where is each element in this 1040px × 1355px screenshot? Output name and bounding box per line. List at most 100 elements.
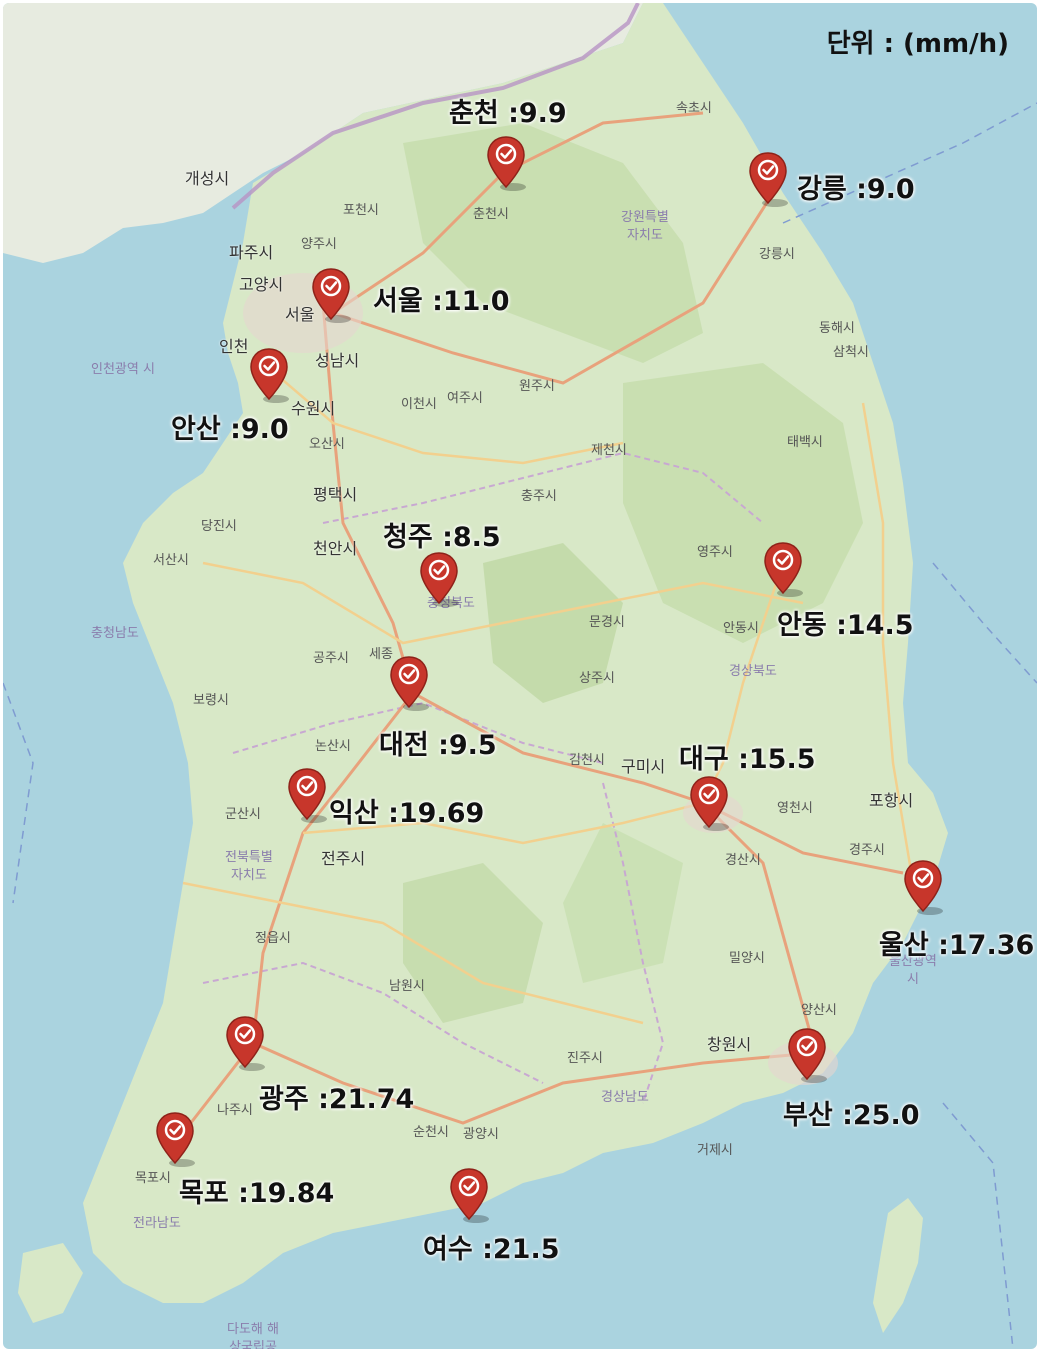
pin-check-icon: [450, 1168, 488, 1221]
pin-check-icon: [487, 136, 525, 189]
map-label-naju: 나주시: [217, 1103, 253, 1118]
map-label-pyeongtaek: 평택시: [313, 485, 358, 504]
map-label-geoje: 거제시: [697, 1143, 733, 1158]
pin-check-icon: [420, 552, 458, 605]
pin-check-icon: [904, 860, 942, 913]
map-label-chungju: 충주시: [521, 489, 557, 504]
map-label-dangjin: 당진시: [201, 519, 237, 534]
map-label-jeongeup: 정읍시: [255, 931, 291, 946]
map-label-pohang: 포항시: [869, 791, 914, 810]
map-label-jeonnam: 전라남도: [133, 1216, 181, 1231]
map-label-andong-si: 안동시: [723, 621, 759, 636]
pin-check-icon: [749, 152, 787, 205]
map-label-sangju: 상주시: [579, 671, 615, 686]
map-label-jeonju: 전주시: [321, 849, 366, 868]
map-label-miryang: 밀양시: [729, 951, 765, 966]
map-label-jinju: 진주시: [567, 1051, 603, 1066]
map-label-jeonbuk: 전북특별 자치도: [225, 850, 273, 883]
map-label-chungnam: 충청남도: [91, 626, 139, 641]
map-pin-seoul[interactable]: [311, 267, 351, 321]
map-label-donghae: 동해시: [819, 321, 855, 336]
map-pin-yeosu[interactable]: [449, 1167, 489, 1221]
map-label-gwangyang: 광양시: [463, 1127, 499, 1142]
pin-check-icon: [312, 268, 350, 321]
map-label-gyeongju: 경주시: [849, 843, 885, 858]
marker-label-yeosu: 여수 :21.5: [423, 1234, 560, 1265]
pin-check-icon: [764, 542, 802, 595]
pin-check-icon: [390, 656, 428, 709]
map-label-gangwon: 강원특별 자치도: [621, 210, 669, 243]
marker-label-andong: 안동 :14.5: [777, 610, 914, 641]
map-pin-daejeon[interactable]: [389, 655, 429, 709]
map-label-suwon: 수원시: [291, 399, 336, 418]
pin-check-icon: [250, 348, 288, 401]
pin-check-icon: [226, 1016, 264, 1069]
marker-label-gwangju: 광주 :21.74: [259, 1084, 415, 1115]
map-pin-chuncheon[interactable]: [486, 135, 526, 189]
marker-label-seoul: 서울 :11.0: [373, 286, 510, 317]
map-canvas[interactable]: 개성시 속초시 포천시 춘천시 파주시 양주시 고양시 서울 인천 인천광역 시…: [3, 3, 1037, 1349]
marker-label-cheongju: 청주 :8.5: [383, 522, 501, 553]
map-label-chuncheon-si: 춘천시: [473, 207, 509, 222]
marker-label-busan: 부산 :25.0: [783, 1100, 920, 1131]
map-label-seosan: 서산시: [153, 553, 189, 568]
map-label-wonju: 원주시: [519, 379, 555, 394]
map-label-yeongcheon: 영천시: [777, 801, 813, 816]
map-pin-mokpo[interactable]: [155, 1111, 195, 1165]
map-label-gunsan: 군산시: [225, 807, 261, 822]
map-label-sokcho: 속초시: [676, 101, 712, 116]
map-label-pocheon: 포천시: [343, 203, 379, 218]
marker-label-mokpo: 목포 :19.84: [179, 1178, 335, 1209]
marker-label-gangneung: 강릉 :9.0: [797, 174, 915, 205]
marker-label-daejeon: 대전 :9.5: [379, 730, 497, 761]
map-pin-iksan[interactable]: [287, 767, 327, 821]
map-label-yangsan: 양산시: [801, 1003, 837, 1018]
map-label-incheon: 인천: [219, 337, 249, 356]
map-label-gimcheon: 김천시: [569, 753, 605, 768]
map-label-goyang: 고양시: [239, 275, 284, 294]
marker-label-iksan: 익산 :19.69: [329, 798, 485, 829]
map-pin-busan[interactable]: [787, 1027, 827, 1081]
map-label-yeongju: 영주시: [697, 545, 733, 560]
marker-label-chuncheon: 춘천 :9.9: [449, 98, 567, 129]
map-label-dadohae: 다도해 해 상국립공: [227, 1322, 279, 1349]
map-label-mokpo-si: 목포시: [135, 1171, 171, 1186]
map-pin-cheongju[interactable]: [419, 551, 459, 605]
map-pin-ulsan[interactable]: [903, 859, 943, 913]
marker-label-daegu: 대구 :15.5: [679, 744, 816, 775]
marker-label-ulsan: 울산 :17.36: [879, 930, 1035, 961]
map-label-jecheon: 제천시: [591, 443, 627, 458]
map-pin-gangneung[interactable]: [748, 151, 788, 205]
map-label-paju: 파주시: [229, 243, 274, 262]
map-label-gyeongsan: 경산시: [725, 853, 761, 868]
pin-check-icon: [788, 1028, 826, 1081]
map-label-gongju: 공주시: [313, 651, 349, 666]
map-label-gumi: 구미시: [621, 757, 666, 776]
map-label-seongnam: 성남시: [315, 351, 360, 370]
pin-check-icon: [156, 1112, 194, 1165]
map-label-taebaek: 태백시: [787, 435, 823, 450]
map-pin-ansan[interactable]: [249, 347, 289, 401]
map-label-mungyeong: 문경시: [589, 615, 625, 630]
island-right: [873, 1198, 923, 1333]
map-label-incheon-metro: 인천광역 시: [91, 362, 155, 377]
marker-label-ansan: 안산 :9.0: [171, 414, 289, 445]
map-label-icheon: 이천시: [401, 397, 437, 412]
map-label-gangneung-si: 강릉시: [759, 247, 795, 262]
map-pin-gwangju[interactable]: [225, 1015, 265, 1069]
map-label-cheonan: 천안시: [313, 539, 358, 558]
pin-check-icon: [690, 776, 728, 829]
map-label-boryeong: 보령시: [193, 693, 229, 708]
pin-check-icon: [288, 768, 326, 821]
map-label-gyeongbuk: 경상북도: [729, 664, 777, 679]
map-label-samcheok: 삼척시: [833, 345, 869, 360]
unit-label: 단위 : (mm/h): [826, 29, 1009, 59]
map-label-suncheon: 순천시: [413, 1125, 449, 1140]
map-pin-andong[interactable]: [763, 541, 803, 595]
map-label-changwon: 창원시: [707, 1035, 752, 1054]
map-pin-daegu[interactable]: [689, 775, 729, 829]
map-label-osan: 오산시: [309, 437, 345, 452]
map-label-gyeongnam: 경상남도: [601, 1090, 649, 1105]
map-label-namwon: 남원시: [389, 979, 425, 994]
map-label-kaesong: 개성시: [185, 169, 230, 188]
